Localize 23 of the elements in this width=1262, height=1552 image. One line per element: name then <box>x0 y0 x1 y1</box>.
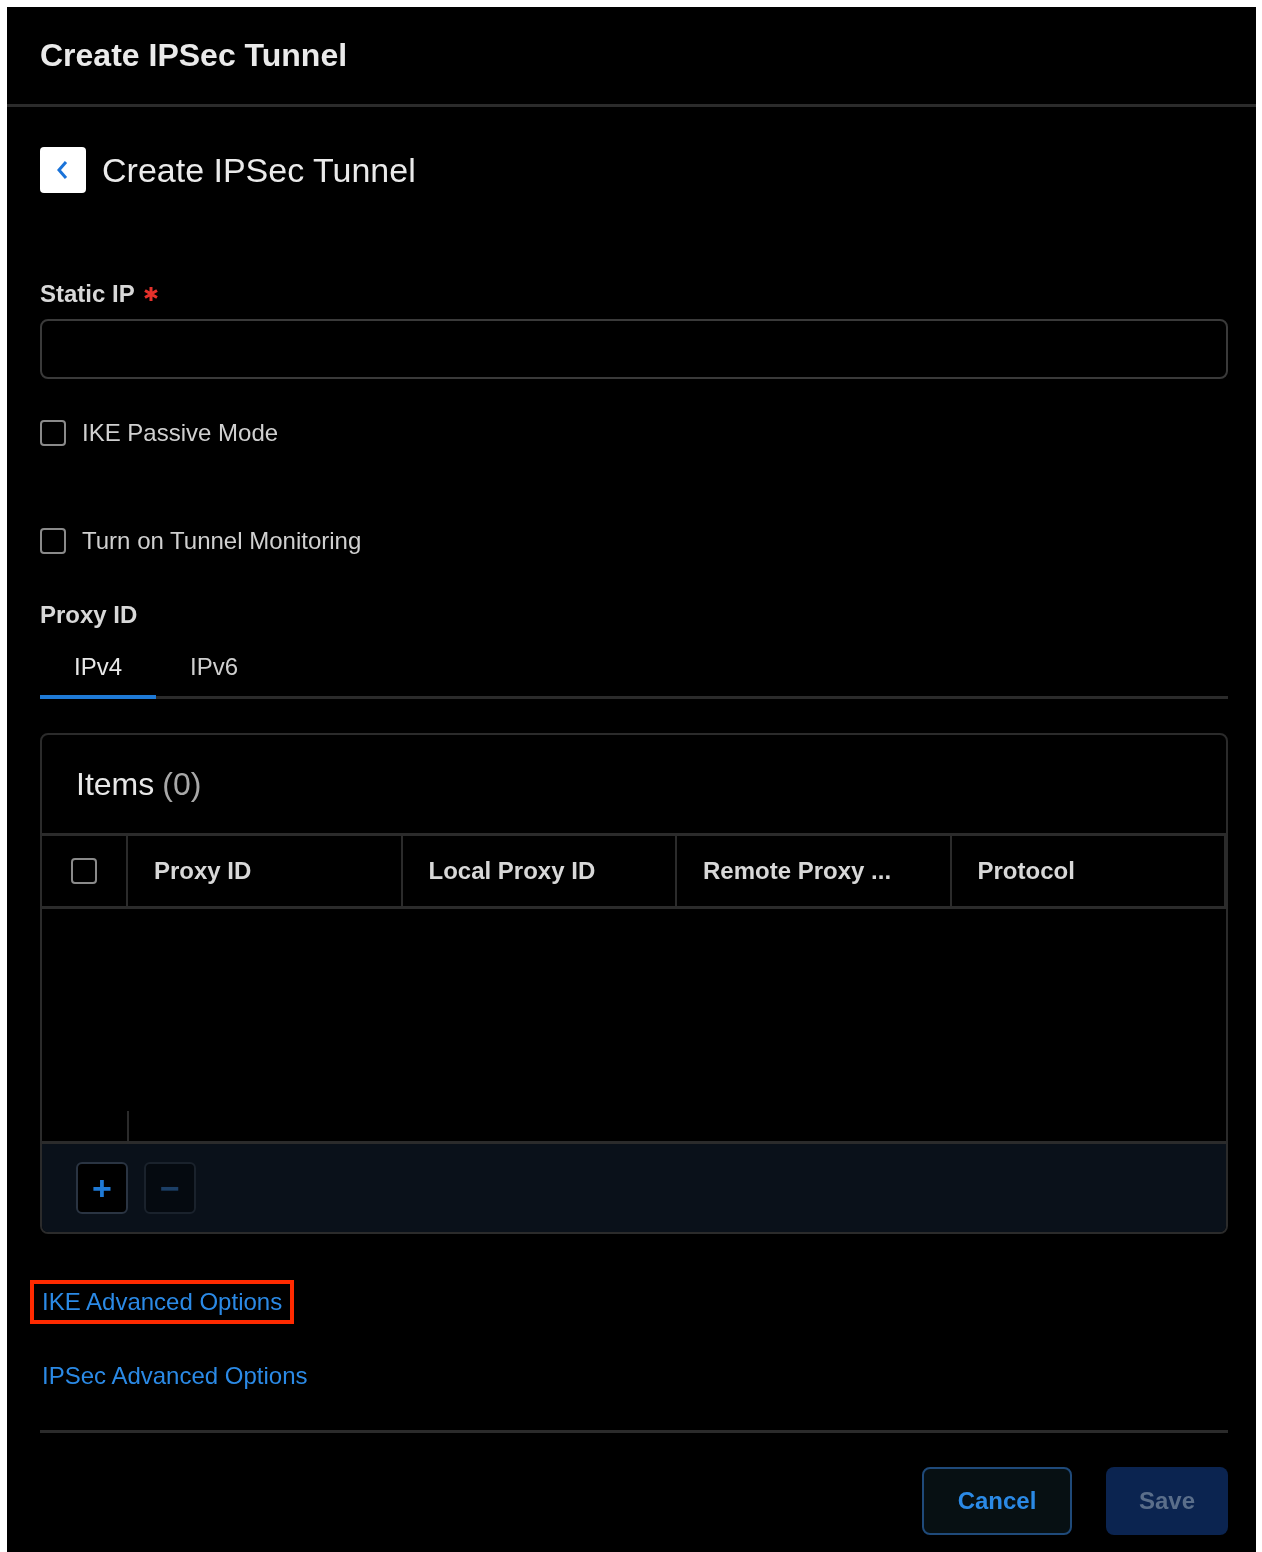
column-header[interactable]: Proxy ID <box>128 836 403 906</box>
column-header[interactable]: Local Proxy ID <box>402 836 677 906</box>
back-button[interactable] <box>40 147 86 193</box>
tab[interactable]: IPv6 <box>156 641 273 699</box>
column-header[interactable]: Remote Proxy ... <box>677 836 952 906</box>
cancel-button[interactable]: Cancel <box>922 1467 1072 1535</box>
field-label: Static IP <box>40 280 135 308</box>
link[interactable]: IPSec Advanced Options <box>30 1354 320 1398</box>
table-title: Items <box>76 765 155 803</box>
item-count: (0) <box>162 765 202 803</box>
dialog-title: Create IPSec Tunnel <box>40 37 348 74</box>
static-ip-field[interactable] <box>40 319 1228 379</box>
checkbox[interactable] <box>40 420 66 446</box>
checkbox-label: Turn on Tunnel Monitoring <box>82 527 362 555</box>
checkbox[interactable] <box>40 528 66 554</box>
checkbox-label: IKE Passive Mode <box>82 419 279 447</box>
column-header[interactable]: Protocol <box>951 836 1226 906</box>
add-button[interactable]: + <box>76 1162 128 1214</box>
tab[interactable]: IPv4 <box>40 641 157 699</box>
page-title: Create IPSec Tunnel <box>102 150 416 190</box>
link[interactable]: IKE Advanced Options <box>30 1280 295 1324</box>
select-all-checkbox[interactable] <box>71 858 97 884</box>
section-label: Proxy ID <box>40 601 139 629</box>
